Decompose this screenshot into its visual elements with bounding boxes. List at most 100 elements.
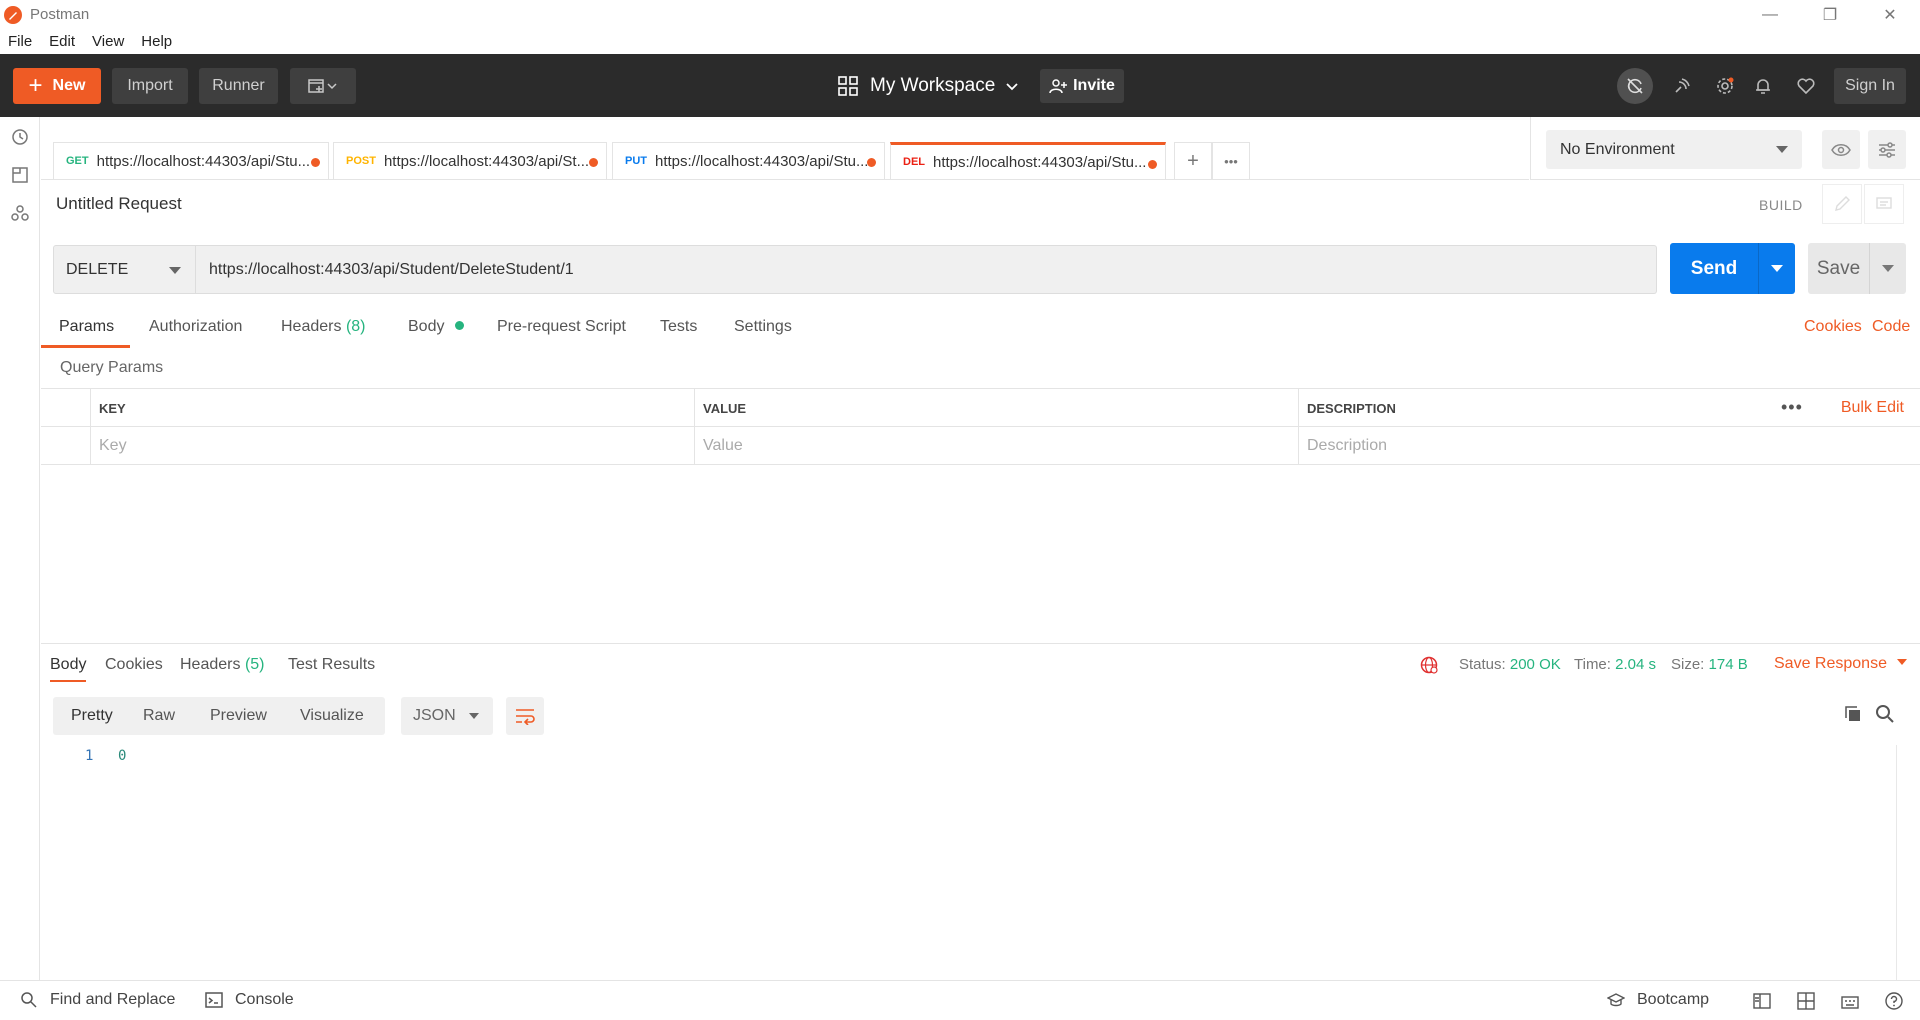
comment-icon[interactable] (1864, 184, 1904, 224)
pretty-button[interactable]: Pretty (53, 697, 131, 735)
tab-authorization[interactable]: Authorization (149, 312, 242, 348)
workspace-label: My Workspace (870, 75, 996, 96)
method-select[interactable]: DELETE (53, 245, 196, 294)
eye-icon[interactable] (1822, 130, 1860, 169)
build-label[interactable]: BUILD (1759, 197, 1803, 213)
sync-off-icon[interactable] (1617, 68, 1653, 104)
import-button[interactable]: Import (112, 68, 188, 104)
request-tab-get[interactable]: GET https://localhost:44303/api/Stu... (53, 142, 329, 179)
network-globe-icon[interactable] (1419, 655, 1439, 675)
help-icon[interactable] (1884, 991, 1904, 1011)
size-value: 174 B (1708, 656, 1748, 673)
bulk-edit-link[interactable]: Bulk Edit (1841, 399, 1904, 417)
language-select[interactable]: JSON (401, 697, 493, 735)
response-tab-test-results[interactable]: Test Results (288, 652, 375, 682)
bell-icon[interactable] (1745, 68, 1781, 104)
code-link[interactable]: Code (1872, 318, 1910, 336)
response-tab-cookies[interactable]: Cookies (105, 652, 163, 682)
tab-tests[interactable]: Tests (660, 312, 697, 348)
raw-button[interactable]: Raw (131, 697, 198, 735)
method-badge: POST (346, 155, 376, 167)
console-button[interactable]: Console (205, 991, 294, 1009)
console-icon (205, 992, 223, 1008)
two-pane-view-icon[interactable] (1752, 991, 1772, 1011)
value-input[interactable]: Value (694, 427, 1298, 465)
caret-down-icon (1882, 265, 1894, 272)
sign-in-button[interactable]: Sign In (1834, 68, 1906, 104)
tab-url: https://localhost:44303/api/Stu... (933, 153, 1147, 171)
send-button[interactable]: Send (1670, 243, 1758, 294)
new-button[interactable]: + New (13, 68, 101, 104)
status-label: Status: (1459, 656, 1506, 673)
visualize-button[interactable]: Visualize (288, 697, 385, 735)
code-line-number: 1 (85, 748, 94, 764)
heart-icon[interactable] (1788, 68, 1824, 104)
satellite-icon[interactable] (1664, 68, 1700, 104)
settings-icon[interactable] (1707, 68, 1743, 104)
graduation-cap-icon (1607, 993, 1625, 1007)
pane-divider[interactable] (41, 643, 1920, 644)
workspace-selector[interactable]: My Workspace (838, 68, 1019, 104)
request-title[interactable]: Untitled Request (56, 194, 182, 214)
description-input[interactable]: Description (1298, 427, 1920, 465)
apis-icon[interactable] (10, 203, 30, 223)
tab-settings[interactable]: Settings (734, 312, 792, 348)
sliders-icon[interactable] (1868, 130, 1906, 169)
find-and-replace-button[interactable]: Find and Replace (20, 991, 175, 1009)
search-icon[interactable] (1873, 702, 1897, 726)
history-icon[interactable] (10, 127, 30, 147)
tab-params[interactable]: Params (41, 312, 130, 348)
tab-url: https://localhost:44303/api/St... (383, 152, 590, 170)
column-header-description: DESCRIPTION (1298, 389, 1920, 427)
layout-icon[interactable] (1796, 991, 1816, 1011)
wrap-lines-button[interactable] (506, 697, 544, 735)
new-window-button[interactable] (290, 68, 356, 104)
request-tab-post[interactable]: POST https://localhost:44303/api/St... (333, 142, 607, 179)
request-tab-put[interactable]: PUT https://localhost:44303/api/Stu... (612, 142, 885, 179)
tab-headers[interactable]: Headers (8) (281, 312, 366, 348)
save-options-button[interactable] (1869, 243, 1906, 294)
collections-icon[interactable] (10, 165, 30, 185)
response-size: Size: 174 B (1671, 656, 1748, 673)
menu-file[interactable]: File (0, 33, 41, 50)
keyboard-shortcuts-icon[interactable] (1840, 991, 1860, 1011)
new-button-label: New (52, 77, 86, 94)
add-tab-icon[interactable]: + (1174, 142, 1212, 179)
cookies-link[interactable]: Cookies (1804, 318, 1862, 336)
url-input[interactable]: https://localhost:44303/api/Student/Dele… (196, 245, 1657, 294)
menu-edit[interactable]: Edit (41, 33, 84, 50)
app-title: Postman (30, 6, 90, 23)
more-tabs-icon[interactable]: ••• (1212, 142, 1250, 179)
edit-pencil-icon[interactable] (1822, 184, 1862, 224)
invite-button[interactable]: Invite (1040, 69, 1124, 103)
bootcamp-button[interactable]: Bootcamp (1607, 991, 1709, 1009)
runner-button[interactable]: Runner (199, 68, 278, 104)
tab-url: https://localhost:44303/api/Stu... (655, 152, 869, 170)
params-table: KEY VALUE DESCRIPTION ••• Bulk Edit Key … (41, 388, 1920, 466)
copy-icon[interactable] (1841, 702, 1865, 726)
headers-label: Headers (281, 318, 342, 335)
tab-body[interactable]: Body (408, 312, 464, 348)
minimize-icon[interactable]: — (1740, 0, 1800, 29)
send-options-button[interactable] (1758, 243, 1795, 294)
more-options-icon[interactable]: ••• (1781, 397, 1803, 418)
environment-select[interactable]: No Environment (1546, 130, 1802, 169)
response-tab-headers[interactable]: Headers (5) (180, 652, 265, 682)
close-icon[interactable]: ✕ (1860, 0, 1920, 29)
key-input[interactable]: Key (90, 427, 694, 465)
request-tab-del[interactable]: DEL https://localhost:44303/api/Stu... (890, 142, 1166, 179)
response-headers-count: (5) (244, 656, 265, 673)
save-response-button[interactable]: Save Response (1774, 655, 1907, 673)
app-header: + New Import Runner My Workspace Invite (0, 54, 1920, 117)
menu-view[interactable]: View (84, 33, 133, 50)
menu-help[interactable]: Help (133, 33, 181, 50)
table-row: Key Value Description (41, 427, 1920, 465)
unsaved-dot (1148, 160, 1157, 169)
response-time: Time: 2.04 s (1574, 656, 1656, 673)
preview-button[interactable]: Preview (198, 697, 288, 735)
response-scrollbar[interactable] (1896, 745, 1904, 980)
save-button[interactable]: Save (1808, 243, 1869, 294)
maximize-icon[interactable]: ❐ (1800, 0, 1860, 29)
response-tab-body[interactable]: Body (50, 652, 87, 682)
tab-pre-request-script[interactable]: Pre-request Script (497, 312, 626, 348)
